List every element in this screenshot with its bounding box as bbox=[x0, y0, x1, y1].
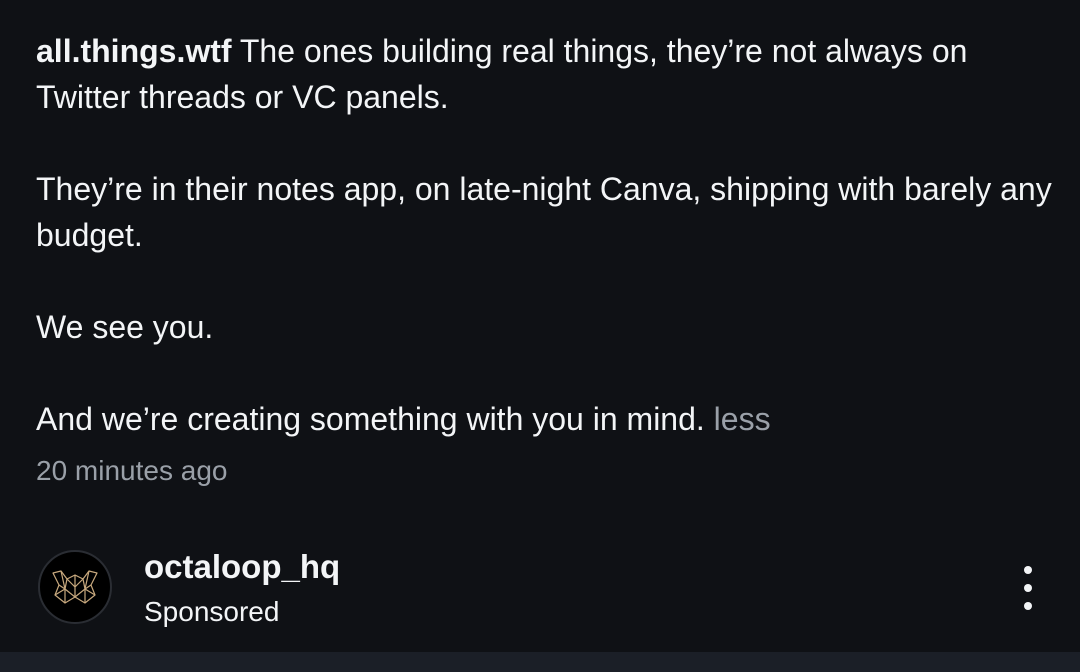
caption-paragraph-4: And we’re creating something with you in… bbox=[36, 396, 1056, 442]
avatar[interactable] bbox=[38, 550, 112, 624]
account-name[interactable]: octaloop_hq bbox=[144, 548, 340, 586]
post-timestamp: 20 minutes ago bbox=[36, 455, 228, 486]
more-dot bbox=[1024, 584, 1032, 592]
caption-paragraph-2: They’re in their notes app, on late-nigh… bbox=[36, 171, 1052, 253]
next-post-media-edge bbox=[0, 652, 1080, 672]
more-dot bbox=[1024, 602, 1032, 610]
caption-text-4: And we’re creating something with you in… bbox=[36, 401, 705, 437]
caption-paragraph-1: all.things.wtf The ones building real th… bbox=[36, 28, 1056, 120]
sponsored-label: Sponsored bbox=[144, 596, 280, 627]
post-caption: all.things.wtf The ones building real th… bbox=[36, 28, 1056, 488]
caption-username[interactable]: all.things.wtf bbox=[36, 33, 232, 69]
more-dot bbox=[1024, 566, 1032, 574]
sponsored-post-header: octaloop_hq Sponsored bbox=[38, 548, 1048, 628]
caption-paragraph-3: We see you. bbox=[36, 309, 214, 345]
less-button[interactable]: less bbox=[705, 401, 771, 437]
more-options-icon[interactable] bbox=[1018, 566, 1038, 610]
octaloop-logo-icon bbox=[52, 570, 98, 604]
